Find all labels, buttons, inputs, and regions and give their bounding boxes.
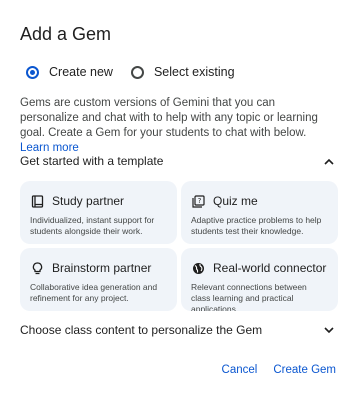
svg-text:?: ? [197, 197, 201, 205]
chevron-down-icon[interactable] [322, 323, 336, 337]
dialog-description: Gems are custom versions of Gemini that … [20, 96, 336, 156]
class-content-section-label: Choose class content to personalize the … [20, 323, 263, 337]
globe-icon [191, 261, 205, 275]
create-gem-button[interactable]: Create Gem [273, 364, 336, 376]
quiz-icon: ? [191, 194, 205, 208]
template-description: Adaptive practice problems to help stude… [191, 215, 322, 236]
template-grid: Study partner Individualized, instant su… [20, 181, 338, 311]
mode-radio-group: Create new Select existing [26, 62, 253, 82]
template-description: Collaborative idea generation and refine… [30, 282, 158, 303]
class-content-section-header[interactable]: Choose class content to personalize the … [20, 320, 336, 340]
radio-select-existing[interactable]: Select existing [130, 65, 235, 79]
template-card-quiz-me[interactable]: ? Quiz me Adaptive practice problems to … [181, 181, 338, 244]
template-title: Study partner [52, 194, 125, 208]
radio-create-new-label[interactable]: Create new [49, 65, 113, 79]
cancel-button[interactable]: Cancel [222, 364, 258, 376]
dialog-actions: Cancel Create Gem [206, 364, 336, 376]
radio-select-existing-label[interactable]: Select existing [154, 65, 235, 79]
template-title: Brainstorm partner [52, 261, 152, 275]
dialog-title: Add a Gem [20, 24, 112, 44]
template-card-study-partner[interactable]: Study partner Individualized, instant su… [20, 181, 177, 244]
template-card-brainstorm-partner[interactable]: Brainstorm partner Collaborative idea ge… [20, 248, 177, 311]
template-section-label: Get started with a template [20, 154, 164, 168]
radio-create-new[interactable]: Create new [26, 65, 113, 79]
book-icon [30, 194, 44, 208]
template-description: Relevant connections between class learn… [191, 282, 307, 311]
template-section-header[interactable]: Get started with a template [20, 151, 336, 171]
add-gem-dialog: Add a Gem Create new Select existing Gem… [0, 0, 352, 394]
template-title: Quiz me [213, 194, 258, 208]
template-description: Individualized, instant support for stud… [30, 215, 155, 236]
template-card-real-world-connector[interactable]: Real-world connector Relevant connection… [181, 248, 338, 311]
template-title: Real-world connector [213, 261, 327, 275]
chevron-up-icon[interactable] [322, 154, 336, 168]
radio-select-existing-indicator[interactable] [130, 65, 144, 79]
description-text: Gems are custom versions of Gemini that … [20, 97, 318, 139]
lightbulb-icon [30, 261, 44, 275]
radio-create-new-indicator[interactable] [26, 65, 39, 79]
